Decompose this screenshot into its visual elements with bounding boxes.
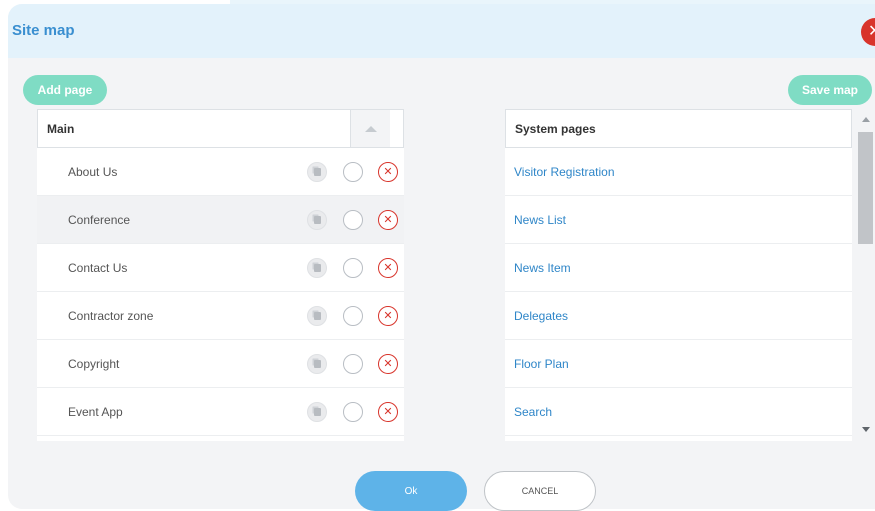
copy-glyph [313,311,321,320]
set-home-radio[interactable] [343,209,363,230]
sort-up-button[interactable] [350,110,390,147]
scroll-thumb[interactable] [858,132,873,244]
system-pages-list: Visitor Registration News List News Item De… [505,148,852,436]
set-home-radio[interactable] [343,161,363,182]
scroll-down-arrow-icon[interactable] [862,427,870,432]
close-icon[interactable]: ✕ [861,18,875,46]
set-home-radio[interactable] [343,257,363,278]
page-name: Contact Us [68,260,128,275]
system-page-row: Delegates [505,292,852,340]
page-row[interactable]: Contractor zone ✕ [37,292,404,340]
dialog-title: Site map [12,22,75,39]
set-home-radio[interactable] [343,401,363,422]
system-page-link[interactable]: Visitor Registration [514,165,615,179]
system-pages-panel: System pages Visitor Registration News Li… [505,109,852,441]
save-map-button[interactable]: Save map [788,75,872,105]
system-panel-title: System pages [515,121,596,136]
system-page-link[interactable]: News Item [514,261,571,275]
system-page-row: News Item [505,244,852,292]
site-map-dialog: Site map ✕ Add page Save map Main About … [8,4,875,509]
copy-icon[interactable] [307,401,327,422]
main-panel-header: Main [37,109,404,148]
set-home-radio[interactable] [343,353,363,374]
page-row[interactable]: About Us ✕ [37,148,404,196]
copy-icon[interactable] [307,257,327,278]
copy-glyph [313,359,321,368]
system-page-link[interactable]: Search [514,405,552,419]
system-page-row: Floor Plan [505,340,852,388]
page-name: Copyright [68,356,120,371]
main-pages-list: About Us ✕ Conference ✕ Contact Us ✕ Contracto… [37,148,404,436]
copy-glyph [313,215,321,224]
copy-icon[interactable] [307,161,327,182]
copy-glyph [313,167,321,176]
triangle-up-icon [364,125,377,132]
main-panel-title: Main [47,121,75,136]
copy-icon[interactable] [307,353,327,374]
dialog-header: Site map ✕ [8,4,875,58]
system-page-link[interactable]: Floor Plan [514,357,569,371]
main-pages-panel: Main About Us ✕ Conference ✕ Contact Us ✕ Cont… [37,109,404,441]
copy-glyph [313,407,321,416]
delete-icon[interactable]: ✕ [378,353,398,374]
copy-icon[interactable] [307,305,327,326]
system-page-row: News List [505,196,852,244]
copy-icon[interactable] [307,209,327,230]
page-row[interactable]: Copyright ✕ [37,340,404,388]
system-page-row: Search [505,388,852,436]
system-page-row: Visitor Registration [505,148,852,196]
delete-icon[interactable]: ✕ [378,257,398,278]
page-row[interactable]: Contact Us ✕ [37,244,404,292]
page-row[interactable]: Conference ✕ [37,196,404,244]
delete-icon[interactable]: ✕ [378,401,398,422]
delete-icon[interactable]: ✕ [378,305,398,326]
system-pages-scrollbar[interactable] [856,109,875,441]
page-name: Event App [68,404,123,419]
page-name: About Us [68,164,118,179]
ok-button[interactable]: Ok [355,471,467,511]
delete-icon[interactable]: ✕ [378,161,398,182]
delete-icon[interactable]: ✕ [378,209,398,230]
page-name: Contractor zone [68,308,154,323]
system-panel-header: System pages [505,109,852,148]
system-page-link[interactable]: Delegates [514,309,568,323]
page-name: Conference [68,212,131,227]
copy-glyph [313,263,321,272]
system-page-link[interactable]: News List [514,213,566,227]
page-row[interactable]: Event App ✕ [37,388,404,436]
scroll-up-arrow-icon[interactable] [862,117,870,122]
cancel-button[interactable]: CANCEL [484,471,596,511]
add-page-button[interactable]: Add page [23,75,107,105]
set-home-radio[interactable] [343,305,363,326]
